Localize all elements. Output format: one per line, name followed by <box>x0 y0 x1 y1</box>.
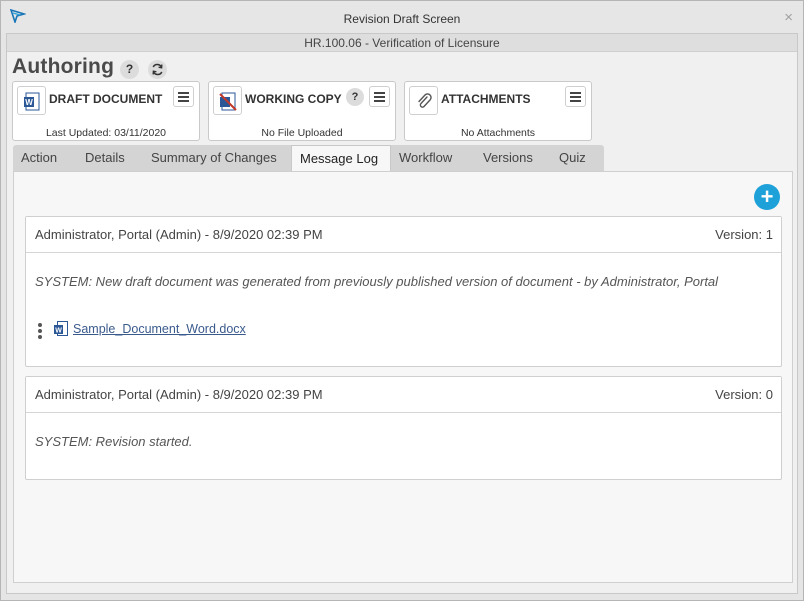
card-label: ATTACHMENTS <box>441 92 531 106</box>
tab-message-log[interactable]: Message Log <box>291 145 391 172</box>
word-doc-icon[interactable]: W <box>17 86 46 115</box>
svg-text:W: W <box>55 328 62 335</box>
no-file-icon[interactable] <box>213 86 242 115</box>
attachments-card: ATTACHMENTS No Attachments <box>404 81 592 141</box>
card-status: Last Updated: 03/11/2020 <box>45 127 167 139</box>
svg-text:W: W <box>25 98 33 107</box>
refresh-button[interactable] <box>148 60 167 79</box>
log-entry-author: Administrator, Portal (Admin) - 8/9/2020… <box>35 227 323 242</box>
log-entry-version: Version: 1 <box>715 227 773 242</box>
more-options-icon[interactable] <box>38 323 42 339</box>
close-button[interactable]: × <box>784 10 793 25</box>
help-button[interactable]: ? <box>120 60 139 79</box>
log-entry-author: Administrator, Portal (Admin) - 8/9/2020… <box>35 387 323 402</box>
card-status: No File Uploaded <box>261 127 343 139</box>
working-copy-card: WORKING COPY ? No File Uploaded <box>208 81 396 141</box>
log-entry-version: Version: 0 <box>715 387 773 402</box>
draft-document-menu-button[interactable] <box>173 86 194 107</box>
page-title: Authoring <box>12 55 115 78</box>
log-entry-header: Administrator, Portal (Admin) - 8/9/2020… <box>26 217 781 253</box>
window-title: Revision Draft Screen <box>343 12 461 26</box>
card-label: DRAFT DOCUMENT <box>49 92 163 106</box>
paperclip-icon[interactable] <box>409 86 438 115</box>
attachments-menu-button[interactable] <box>565 86 586 107</box>
log-entry-header: Administrator, Portal (Admin) - 8/9/2020… <box>26 377 781 413</box>
log-entry-message: SYSTEM: New draft document was generated… <box>35 274 719 289</box>
dialog-content: HR.100.06 - Verification of Licensure Au… <box>6 33 798 594</box>
dialog-window: Revision Draft Screen × HR.100.06 - Veri… <box>0 0 804 601</box>
log-entry: Administrator, Portal (Admin) - 8/9/2020… <box>25 376 782 480</box>
card-label: WORKING COPY <box>245 92 342 106</box>
log-entry-message: SYSTEM: Revision started. <box>35 434 193 449</box>
word-file-icon: W <box>54 321 68 336</box>
card-status: No Attachments <box>460 127 536 139</box>
working-copy-menu-button[interactable] <box>369 86 390 107</box>
add-message-button[interactable]: + <box>754 184 780 210</box>
refresh-icon <box>152 63 163 76</box>
message-log-panel: + Administrator, Portal (Admin) - 8/9/20… <box>13 171 793 583</box>
tab-action[interactable]: Action <box>13 145 77 171</box>
title-bar: Revision Draft Screen × <box>1 1 803 33</box>
tab-bar: Action Details Summary of Changes Messag… <box>13 145 604 172</box>
tab-details[interactable]: Details <box>77 145 143 171</box>
tab-summary-of-changes[interactable]: Summary of Changes <box>143 145 291 171</box>
tab-versions[interactable]: Versions <box>475 145 551 171</box>
log-entry: Administrator, Portal (Admin) - 8/9/2020… <box>25 216 782 367</box>
tab-quiz[interactable]: Quiz <box>551 145 601 171</box>
draft-document-card: W DRAFT DOCUMENT Last Updated: 03/11/202… <box>12 81 200 141</box>
attachment-link[interactable]: Sample_Document_Word.docx <box>73 322 246 336</box>
tab-workflow[interactable]: Workflow <box>391 145 475 171</box>
working-copy-help-button[interactable]: ? <box>346 88 364 106</box>
document-subtitle: HR.100.06 - Verification of Licensure <box>7 34 797 52</box>
